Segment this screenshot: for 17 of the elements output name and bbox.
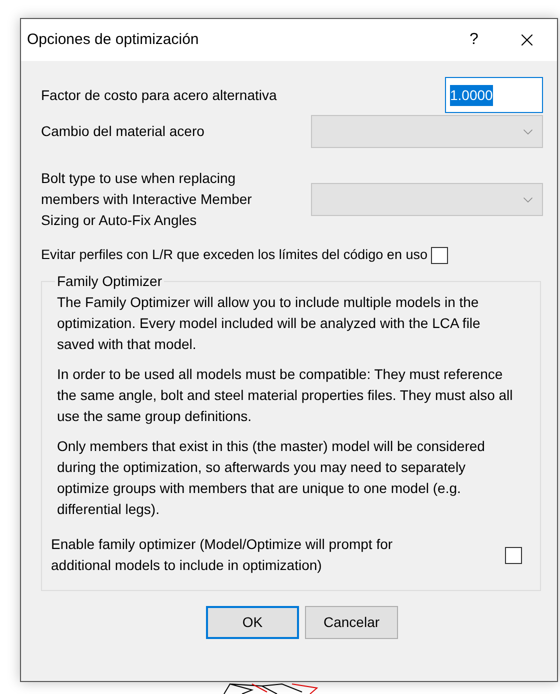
group-title: Family Optimizer [56,272,164,292]
checkbox[interactable] [505,546,522,564]
window-title: Opciones de optimización [27,30,200,50]
field-label: Factor de costo para acero alternativa [41,86,278,105]
dialog-button[interactable]: Cancelar [305,606,398,640]
cost-factor-field[interactable]: 1.0000 [445,77,543,113]
enable-label: Enable family optimizer (Model/Optimize will prompt for additional models to include in optimization) [51,535,394,576]
field-label: Bolt type to use when replacing members with Interactive Member Sizing or Auto-Fix Angles [41,169,253,230]
dialog-button[interactable]: OK [206,606,299,640]
help-button[interactable]: ? [451,24,497,56]
description-paragraph: The Family Optimizer will allow you to include multiple models in the optimization. Every model included will be analyzed with the LCA file saved with that model. [57,293,482,354]
field-value: 1.0000 [450,84,493,106]
checkbox[interactable] [431,246,448,264]
field-label: Cambio del material acero [41,122,206,141]
description-paragraph: In order to be used all models must be compatible: They must reference the same angle, bolt and steel material properties files. They must also all use the same group definitions. [57,365,514,426]
description-paragraph: Only members that exist in this (the master) model will be considered during the optimization, so afterwards you may need to separately optimize groups with members that are unique to one model (e.g. differential legs). [57,437,486,520]
option-label: Evitar perfiles con L/R que exceden los límites del código en uso [41,246,428,264]
